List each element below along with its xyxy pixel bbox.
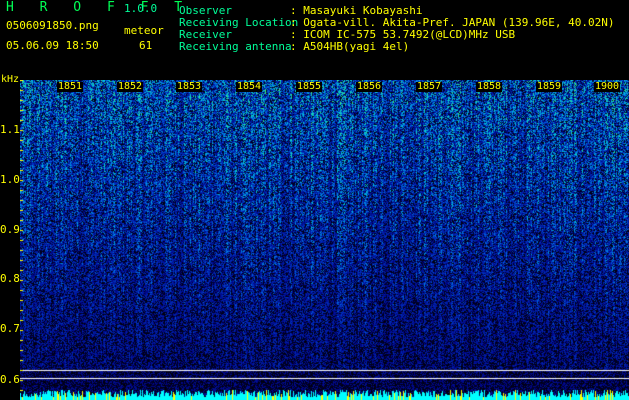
filename-label: 0506091850.png [6, 19, 99, 32]
x-tick-label: 1900 [594, 81, 621, 92]
version-label: 1.0.0 [124, 2, 158, 15]
datetime-label: 05.06.09 18:50 [6, 39, 99, 52]
x-tick-label: 1859 [536, 81, 563, 92]
x-tick-label: 1855 [296, 81, 323, 92]
x-tick-label: 1853 [176, 81, 203, 92]
y-tick-label: 1.0 [0, 173, 20, 186]
x-tick-label: 1852 [117, 81, 144, 92]
antenna-value: : A504HB(yagi 4el) [290, 40, 410, 53]
y-tick-label: 0.8 [0, 272, 20, 285]
x-tick-label: 1854 [236, 81, 263, 92]
y-tick-label: 0.9 [0, 223, 20, 236]
x-tick-label: 1851 [57, 81, 84, 92]
meteor-label: meteor [124, 24, 164, 37]
y-tick-label: 0.6 [0, 373, 20, 386]
app-title: H R O F F T [6, 0, 192, 15]
x-tick-label: 1857 [416, 81, 443, 92]
x-tick-label: 1856 [356, 81, 383, 92]
meteor-count: 61 [139, 39, 153, 52]
y-tick-label: 1.1 [0, 123, 20, 136]
antenna-label: Receiving antenna [179, 40, 292, 53]
spectrogram [20, 80, 629, 400]
y-tick-label: 0.7 [0, 322, 20, 335]
x-tick-label: 1858 [476, 81, 503, 92]
y-axis-unit: kHz [1, 74, 20, 85]
